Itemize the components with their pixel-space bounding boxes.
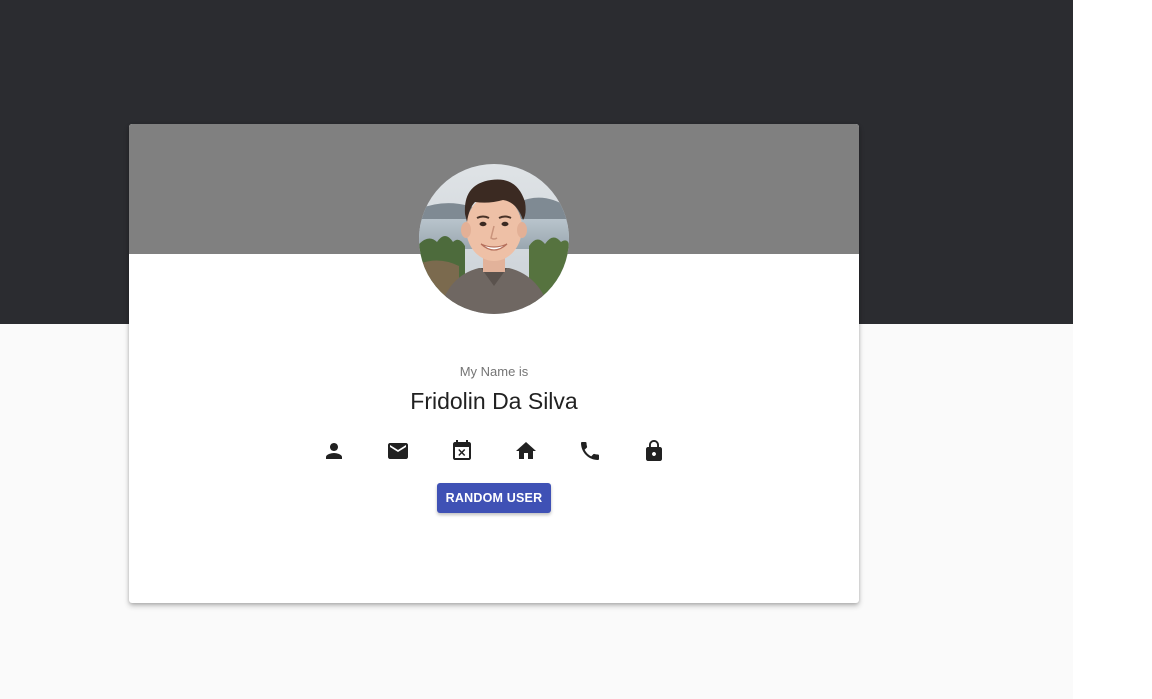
avatar: [419, 164, 569, 314]
lock-icon[interactable]: [642, 439, 666, 463]
name-caption: My Name is: [459, 364, 529, 379]
random-user-button[interactable]: RANDOM USER: [437, 483, 551, 513]
user-name: Fridolin Da Silva: [410, 388, 578, 414]
email-icon[interactable]: [386, 439, 410, 463]
person-icon[interactable]: [322, 439, 346, 463]
profile-card: My Name is Fridolin Da Silva RANDOM USER: [129, 124, 859, 603]
avatar-photo: [419, 164, 569, 314]
phone-icon[interactable]: [578, 439, 602, 463]
home-icon[interactable]: [514, 439, 538, 463]
app-viewport: My Name is Fridolin Da Silva RANDOM USER: [0, 0, 1073, 699]
calendar-icon[interactable]: [450, 439, 474, 463]
